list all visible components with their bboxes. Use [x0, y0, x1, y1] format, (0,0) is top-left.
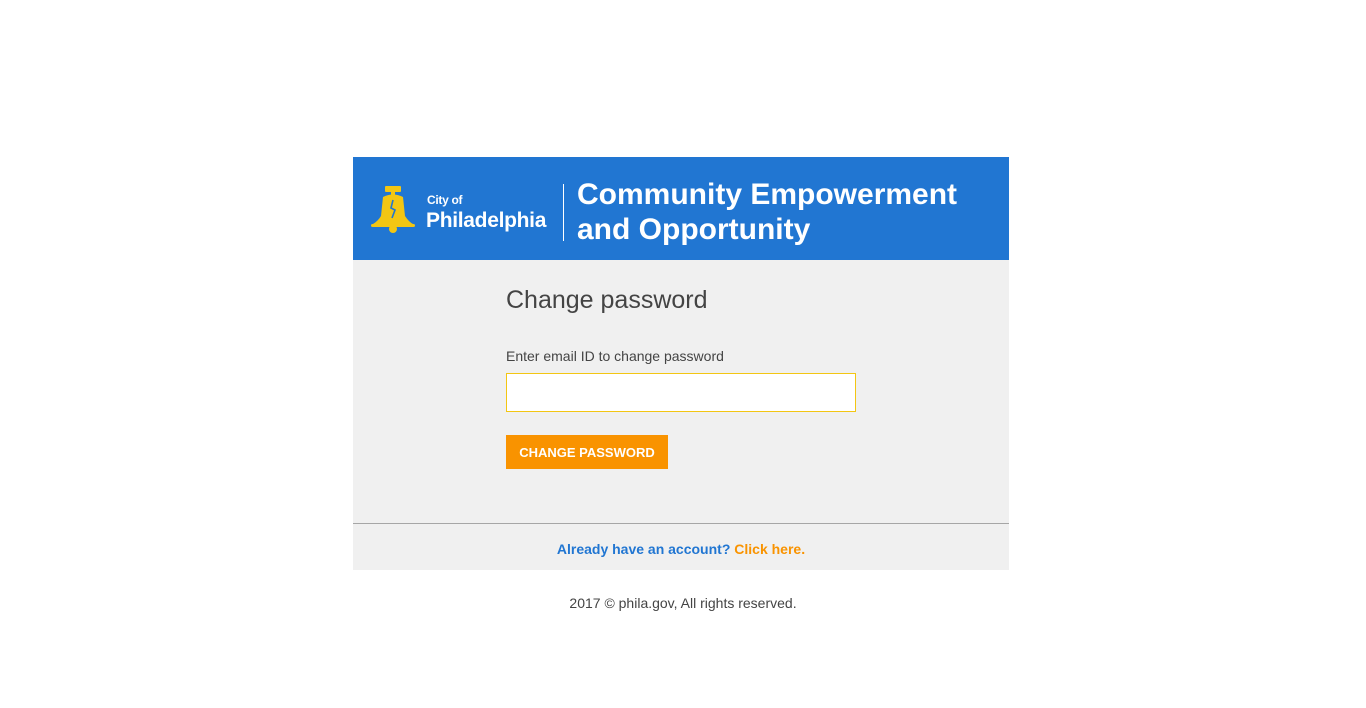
logo-city-name: Philadelphia	[426, 209, 547, 232]
form-section: Change password Enter email ID to change…	[353, 260, 1009, 524]
login-link[interactable]: Click here.	[734, 541, 805, 557]
site-header: City of Philadelphia Community Empowerme…	[353, 157, 1009, 260]
liberty-bell-icon	[371, 186, 415, 233]
logo-city-of: City of	[427, 193, 463, 207]
page-title: Change password	[506, 286, 708, 314]
header-divider	[563, 184, 564, 241]
email-label: Enter email ID to change password	[506, 348, 724, 364]
copyright-text: 2017 © phila.gov, All rights reserved.	[569, 595, 797, 611]
change-password-card: City of Philadelphia Community Empowerme…	[353, 157, 1009, 570]
change-password-button[interactable]: CHANGE PASSWORD	[506, 435, 668, 469]
account-question: Already have an account?	[556, 541, 731, 557]
account-prompt: Already have an account? Click here.	[353, 524, 1009, 570]
department-title: Community Empowerment and Opportunity	[577, 178, 958, 246]
email-field[interactable]	[506, 373, 856, 412]
